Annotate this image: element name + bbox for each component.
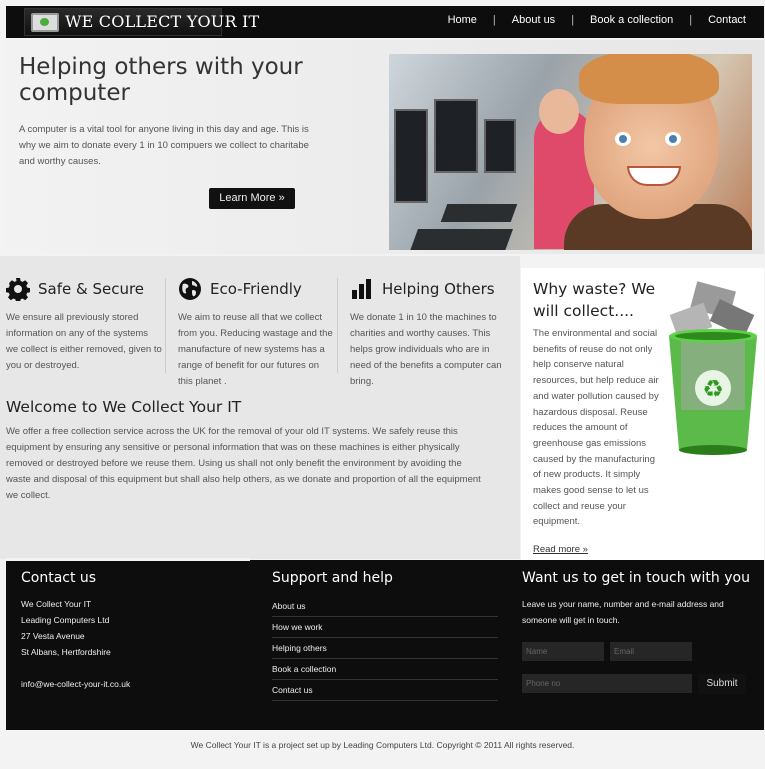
footer-link-contact-us[interactable]: Contact us [272, 680, 498, 701]
address-line: St Albans, Hertfordshire [21, 647, 111, 657]
footer-link-helping-others[interactable]: Helping others [272, 638, 498, 659]
footer-accent-bar [6, 558, 250, 561]
feature-title: Safe & Secure [38, 280, 145, 298]
top-navigation-bar: WE COLLECT YOUR IT Home | About us | Boo… [6, 6, 764, 38]
hero-title: Helping others with your computer [19, 54, 303, 106]
svg-text:♻: ♻ [702, 375, 724, 403]
why-text: The environmental and social benefits of… [533, 328, 659, 528]
logo-text: WE COLLECT YOUR IT [65, 12, 260, 31]
footer-touch-text: Leave us your name, number and e-mail ad… [522, 599, 724, 625]
feature-text: We aim to reuse all that we collect from… [178, 312, 333, 387]
copyright: We Collect Your IT is a project set up b… [190, 740, 575, 750]
footer-contact-title: Contact us [21, 570, 97, 586]
recycle-bin-image: ♻ [663, 278, 763, 460]
recycle-monitor-icon [31, 13, 59, 32]
name-field[interactable]: Name [522, 642, 604, 661]
nav-home[interactable]: Home [448, 14, 477, 26]
nav-separator: | [689, 14, 693, 26]
footer-link-book-a-collection[interactable]: Book a collection [272, 659, 498, 680]
globe-icon [178, 277, 202, 301]
nav-separator: | [492, 14, 496, 26]
hero-section: Helping others with your computer A comp… [6, 40, 764, 254]
nav-book-a-collection[interactable]: Book a collection [590, 14, 673, 26]
why-waste-panel: Why waste? We will collect.... ♻ The env… [521, 268, 764, 560]
phone-field[interactable]: Phone no [522, 674, 692, 693]
nav-contact[interactable]: Contact [708, 14, 746, 26]
why-title: Why waste? We will collect.... [533, 280, 656, 320]
main-content: Safe & Secure We ensure all previously s… [0, 256, 520, 559]
site-logo[interactable]: WE COLLECT YOUR IT [24, 8, 259, 36]
feature-text: We donate 1 in 10 the machines to charit… [350, 312, 502, 387]
divider [165, 278, 166, 373]
bar-chart-icon [350, 277, 374, 301]
address-line: Leading Computers Ltd [21, 615, 110, 625]
nav-separator: | [571, 14, 575, 26]
feature-helping-others: Helping Others We donate 1 in 10 the mac… [350, 276, 506, 390]
hero-text: A computer is a vital tool for anyone li… [19, 124, 309, 167]
footer-contact-column: Contact us We Collect Your IT Leading Co… [21, 570, 130, 692]
feature-text: We ensure all previously stored informat… [6, 312, 162, 371]
address-line: 27 Vesta Avenue [21, 631, 85, 641]
footer-support-column: Support and help About us How we work He… [272, 570, 498, 701]
main-nav: Home | About us | Book a collection | Co… [448, 14, 746, 26]
footer-link-how-we-work[interactable]: How we work [272, 617, 498, 638]
nav-about-us[interactable]: About us [512, 14, 555, 26]
footer-touch-column: Want us to get in touch with you Leave u… [522, 570, 752, 628]
feature-safe-secure: Safe & Secure We ensure all previously s… [6, 276, 162, 374]
footer-link-about-us[interactable]: About us [272, 596, 498, 617]
footer-support-title: Support and help [272, 570, 393, 586]
submit-button[interactable]: Submit [698, 674, 746, 694]
feature-title: Helping Others [382, 280, 495, 298]
email-field[interactable]: Email [610, 642, 692, 661]
hero-photo-boy-at-computer [389, 54, 752, 250]
read-more-link[interactable]: Read more » [533, 544, 588, 555]
contact-email[interactable]: info@we-collect-your-it.co.uk [21, 676, 130, 692]
divider [337, 278, 338, 373]
footer: Contact us We Collect Your IT Leading Co… [6, 558, 764, 730]
welcome-title: Welcome to We Collect Your IT [6, 398, 242, 416]
address-line: We Collect Your IT [21, 599, 92, 609]
welcome-text: We offer a free collection service acros… [6, 426, 481, 501]
feature-eco-friendly: Eco-Friendly We aim to reuse all that we… [178, 276, 334, 390]
gear-icon [6, 277, 30, 301]
learn-more-button[interactable]: Learn More » [209, 188, 295, 209]
feature-title: Eco-Friendly [210, 280, 302, 298]
footer-touch-title: Want us to get in touch with you [522, 570, 750, 586]
